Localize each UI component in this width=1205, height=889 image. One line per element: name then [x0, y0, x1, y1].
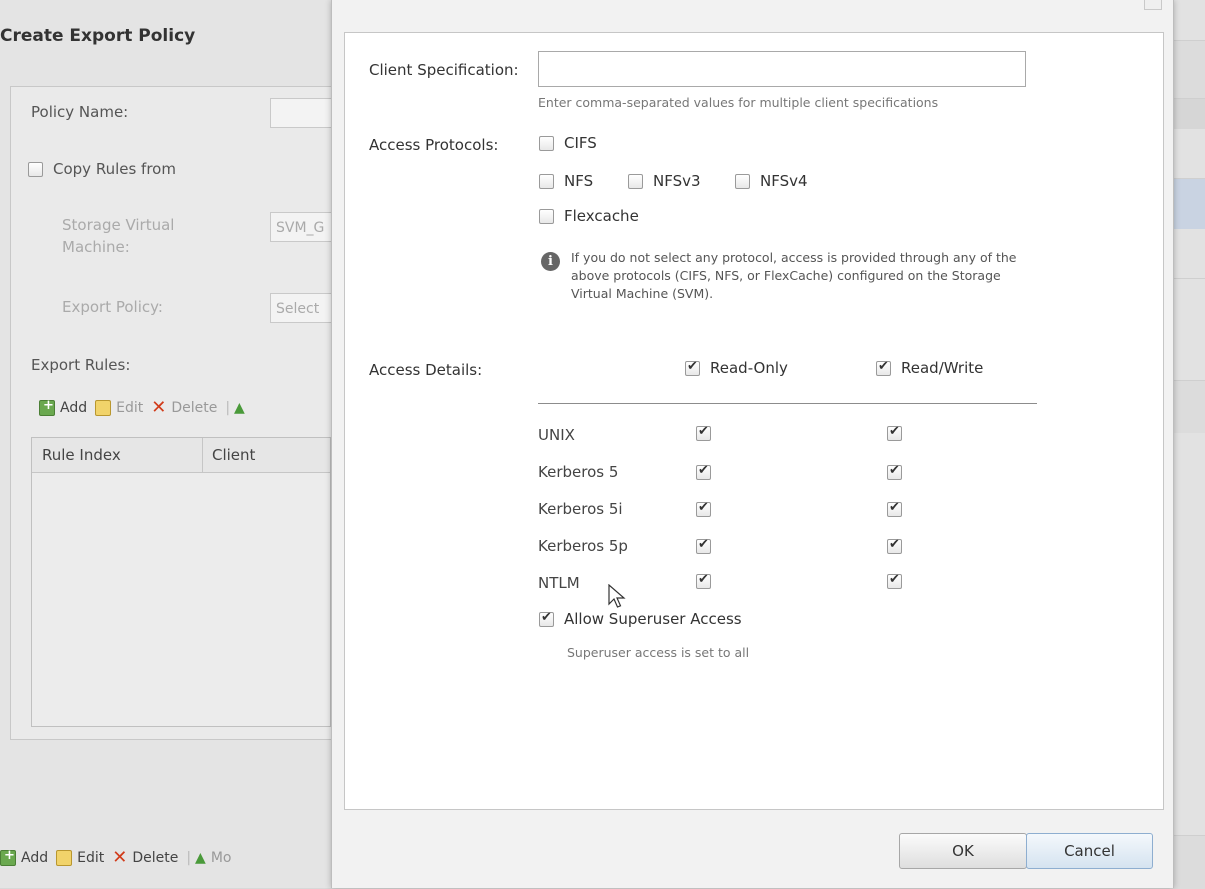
export-rules-table: Rule Index Client	[31, 437, 331, 727]
nfsv4-label: NFSv4	[760, 172, 808, 190]
read-only-all-checkbox[interactable]	[685, 359, 700, 376]
add-rule-button[interactable]: Add	[39, 398, 87, 416]
move-up-icon: ▲	[195, 850, 206, 866]
add-icon	[0, 848, 16, 866]
export-policy-label: Export Policy:	[62, 298, 163, 316]
kerberos5-read-only-checkbox[interactable]	[696, 463, 711, 480]
bottom-delete-button[interactable]: ✕ Delete	[112, 847, 178, 868]
client-spec-hint: Enter comma-separated values for multipl…	[538, 95, 939, 110]
kerberos5p-read-only-checkbox[interactable]	[696, 537, 711, 554]
background-list-strip	[1170, 0, 1205, 889]
kerberos5i-read-only-checkbox[interactable]	[696, 500, 711, 517]
access-protocols-label: Access Protocols:	[369, 136, 499, 154]
allow-superuser-checkbox[interactable]	[539, 610, 554, 627]
read-write-all-checkbox[interactable]	[876, 359, 891, 376]
protocol-info-text: If you do not select any protocol, acces…	[571, 250, 1017, 301]
nfsv3-label: NFSv3	[653, 172, 701, 190]
protocol-flexcache[interactable]: Flexcache	[539, 207, 639, 225]
strip-row	[1170, 98, 1205, 129]
mouse-cursor-icon	[608, 584, 626, 608]
protocol-nfsv4[interactable]: NFSv4	[735, 172, 808, 190]
edit-rule-button[interactable]: Edit	[95, 400, 143, 416]
row-kerberos5p-label: Kerberos 5p	[538, 537, 628, 555]
details-divider	[538, 403, 1037, 404]
nfsv4-checkbox[interactable]	[735, 173, 750, 189]
ntlm-read-write-checkbox[interactable]	[887, 572, 902, 589]
column-client[interactable]: Client	[212, 446, 255, 464]
kerberos5p-read-write-checkbox[interactable]	[887, 537, 902, 554]
svm-label: Storage Virtual Machine:	[62, 216, 175, 256]
copy-rules-checkbox[interactable]	[28, 161, 43, 177]
export-rules-label: Export Rules:	[31, 356, 131, 374]
delete-icon: ✕	[112, 847, 128, 868]
read-only-header[interactable]: Read-Only	[685, 359, 788, 377]
unix-read-only-checkbox[interactable]	[696, 424, 711, 441]
copy-rules-option[interactable]: Copy Rules from	[28, 160, 176, 178]
svm-select[interactable]: SVM_G	[270, 212, 332, 242]
edit-icon	[95, 400, 112, 416]
move-up-icon[interactable]: ▲	[234, 400, 245, 416]
flexcache-label: Flexcache	[564, 207, 639, 225]
delete-icon: ✕	[151, 397, 167, 418]
export-policy-select[interactable]: Select	[270, 293, 332, 323]
row-ntlm-label: NTLM	[538, 574, 580, 592]
client-spec-label: Client Specification:	[369, 61, 519, 79]
column-separator	[202, 438, 203, 472]
nfsv3-checkbox[interactable]	[628, 173, 643, 189]
protocol-nfs[interactable]: NFS	[539, 172, 593, 190]
copy-rules-label: Copy Rules from	[53, 160, 176, 178]
cifs-label: CIFS	[564, 134, 597, 152]
toolbar-separator: |	[186, 850, 192, 866]
policy-name-input[interactable]	[270, 98, 332, 128]
read-write-label: Read/Write	[901, 359, 984, 377]
allow-superuser-option[interactable]: Allow Superuser Access	[539, 610, 742, 628]
bottom-toolbar: Add Edit ✕Delete | ▲Mo	[0, 847, 239, 868]
close-icon[interactable]	[1144, 0, 1162, 10]
info-icon: i	[541, 252, 560, 271]
kerberos5i-read-write-checkbox[interactable]	[887, 500, 902, 517]
strip-row	[1170, 380, 1205, 433]
add-icon	[39, 398, 55, 416]
column-rule-index[interactable]: Rule Index	[42, 446, 121, 464]
nfs-checkbox[interactable]	[539, 173, 554, 189]
row-kerberos5i-label: Kerberos 5i	[538, 500, 623, 518]
export-rules-toolbar: Add Edit ✕Delete | ▲	[39, 397, 245, 418]
unix-read-write-checkbox[interactable]	[887, 424, 902, 441]
kerberos5-read-write-checkbox[interactable]	[887, 463, 902, 480]
strip-row	[1170, 835, 1205, 889]
dialog-content-panel: Client Specification: Enter comma-separa…	[344, 32, 1164, 810]
flexcache-checkbox[interactable]	[539, 208, 554, 224]
row-kerberos5-label: Kerberos 5	[538, 463, 619, 481]
table-header: Rule Index Client	[32, 438, 330, 473]
ok-button[interactable]: OK	[899, 833, 1027, 869]
export-rule-dialog: Client Specification: Enter comma-separa…	[331, 0, 1174, 888]
bottom-edit-button[interactable]: Edit	[56, 850, 104, 866]
strip-row-selected	[1170, 178, 1205, 229]
superuser-hint: Superuser access is set to all	[567, 645, 750, 660]
bottom-move-button[interactable]: ▲ Mo	[195, 850, 231, 866]
toolbar-separator: |	[225, 400, 231, 416]
policy-name-label: Policy Name:	[31, 103, 129, 121]
allow-superuser-label: Allow Superuser Access	[564, 610, 742, 628]
bottom-add-button[interactable]: Add	[0, 848, 48, 866]
row-unix-label: UNIX	[538, 426, 575, 444]
edit-icon	[56, 850, 73, 866]
delete-rule-button[interactable]: ✕ Delete	[151, 397, 217, 418]
window-title: Create Export Policy	[0, 26, 196, 46]
cancel-button[interactable]: Cancel	[1026, 833, 1153, 869]
client-spec-input[interactable]	[538, 51, 1026, 87]
read-only-label: Read-Only	[710, 359, 788, 377]
cifs-checkbox[interactable]	[539, 135, 554, 151]
ntlm-read-only-checkbox[interactable]	[696, 572, 711, 589]
access-details-label: Access Details:	[369, 361, 483, 379]
strip-row	[1170, 278, 1205, 329]
protocol-cifs[interactable]: CIFS	[539, 134, 597, 152]
protocol-nfsv3[interactable]: NFSv3	[628, 172, 701, 190]
read-write-header[interactable]: Read/Write	[876, 359, 983, 377]
nfs-label: NFS	[564, 172, 594, 190]
